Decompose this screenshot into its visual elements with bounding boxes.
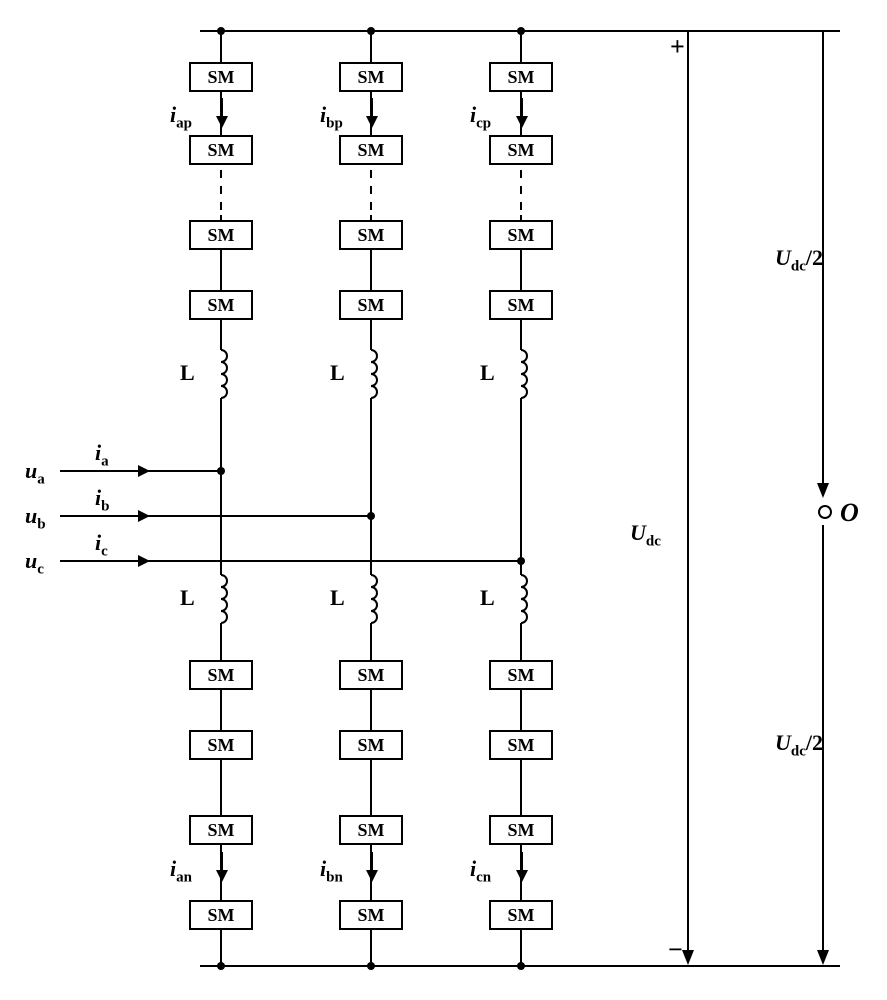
sm-box: SM bbox=[489, 900, 553, 930]
sm-box: SM bbox=[189, 290, 253, 320]
sm-box: SM bbox=[489, 62, 553, 92]
arrow-down-icon bbox=[365, 98, 379, 128]
sm-box: SM bbox=[189, 62, 253, 92]
arrow-down-icon bbox=[515, 852, 529, 882]
label-L: L bbox=[180, 585, 195, 611]
sm-box: SM bbox=[489, 135, 553, 165]
inductor-icon bbox=[360, 350, 382, 400]
sm-box: SM bbox=[189, 900, 253, 930]
sm-box: SM bbox=[189, 220, 253, 250]
label-ib: ib bbox=[95, 485, 109, 515]
label-iap: iap bbox=[170, 102, 192, 132]
label-plus: + bbox=[670, 32, 685, 62]
label-origin: O bbox=[840, 498, 859, 528]
label-L: L bbox=[180, 360, 195, 386]
arrow-down-icon bbox=[215, 852, 229, 882]
sm-box: SM bbox=[339, 730, 403, 760]
sm-box: SM bbox=[189, 135, 253, 165]
sm-box: SM bbox=[339, 900, 403, 930]
sm-box: SM bbox=[489, 660, 553, 690]
label-ua: ua bbox=[25, 458, 45, 488]
sm-box: SM bbox=[339, 815, 403, 845]
sm-box: SM bbox=[339, 62, 403, 92]
inductor-icon bbox=[210, 350, 232, 400]
arrow-down-icon bbox=[215, 98, 229, 128]
sm-box: SM bbox=[189, 815, 253, 845]
sm-box: SM bbox=[339, 290, 403, 320]
label-icp: icp bbox=[470, 102, 491, 132]
sm-box: SM bbox=[339, 660, 403, 690]
inductor-icon bbox=[510, 350, 532, 400]
arrow-down-icon bbox=[365, 852, 379, 882]
label-L: L bbox=[480, 585, 495, 611]
label-L: L bbox=[330, 360, 345, 386]
label-minus: − bbox=[668, 935, 683, 965]
label-ub: ub bbox=[25, 503, 46, 533]
label-L: L bbox=[330, 585, 345, 611]
inductor-icon bbox=[510, 575, 532, 625]
sm-box: SM bbox=[489, 290, 553, 320]
sm-box: SM bbox=[339, 135, 403, 165]
inductor-icon bbox=[210, 575, 232, 625]
label-L: L bbox=[480, 360, 495, 386]
label-Udc: Udc bbox=[630, 520, 661, 550]
label-ia: ia bbox=[95, 440, 109, 470]
label-uc: uc bbox=[25, 548, 44, 578]
arrow-right-icon bbox=[120, 509, 150, 523]
arrow-right-icon bbox=[120, 554, 150, 568]
sm-box: SM bbox=[489, 220, 553, 250]
label-ic: ic bbox=[95, 530, 108, 560]
midpoint-node bbox=[818, 505, 832, 519]
label-ibn: ibn bbox=[320, 856, 343, 886]
label-ian: ian bbox=[170, 856, 192, 886]
arrow-down-icon bbox=[515, 98, 529, 128]
sm-box: SM bbox=[189, 730, 253, 760]
udc-arrow bbox=[680, 30, 700, 967]
sm-box: SM bbox=[339, 220, 403, 250]
label-Udc-half-lower: Udc/2 bbox=[775, 730, 823, 760]
sm-box: SM bbox=[189, 660, 253, 690]
mmc-diagram: SM SM SM SM SM SM SM SM SM SM SM SM SM S… bbox=[20, 20, 867, 980]
sm-box: SM bbox=[489, 730, 553, 760]
label-icn: icn bbox=[470, 856, 491, 886]
label-ibp: ibp bbox=[320, 102, 343, 132]
label-Udc-half-upper: Udc/2 bbox=[775, 245, 823, 275]
sm-box: SM bbox=[489, 815, 553, 845]
arrow-right-icon bbox=[120, 464, 150, 478]
inductor-icon bbox=[360, 575, 382, 625]
